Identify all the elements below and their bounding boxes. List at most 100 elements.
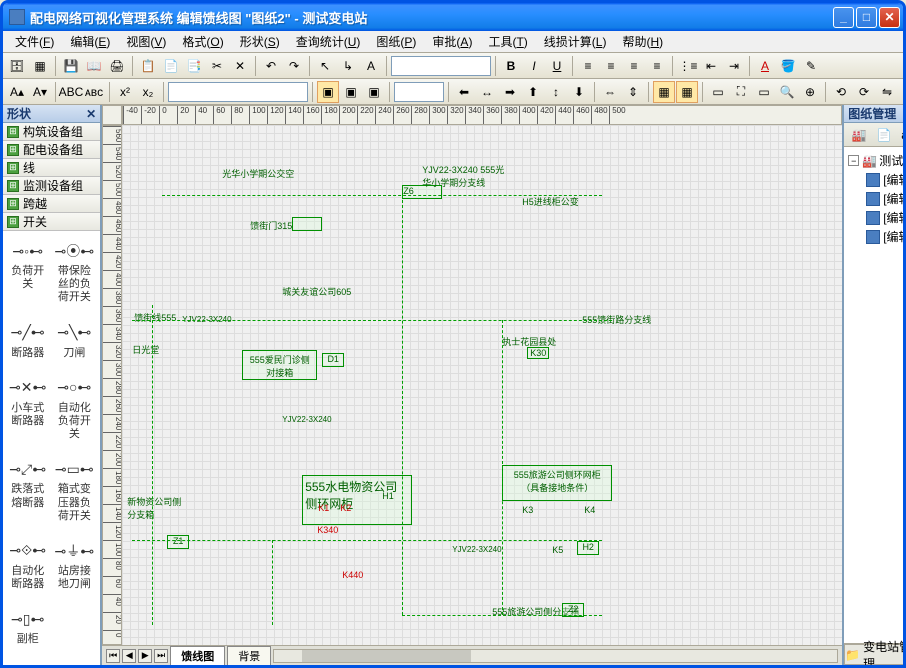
superscript-icon[interactable]: x²: [114, 81, 136, 103]
menu-视图[interactable]: 视图(V): [118, 31, 174, 52]
menu-帮助[interactable]: 帮助(H): [614, 31, 671, 52]
shape-item[interactable]: ⊸▯⊷副柜: [7, 603, 48, 650]
minimize-button[interactable]: _: [833, 7, 854, 28]
tree-drawing-node[interactable]: [编辑]图纸3: [866, 227, 903, 246]
canvas-viewport[interactable]: Z6 光华小学期公交空 YJV22-3X240 555光华小学期分支线 H5进线…: [122, 125, 842, 645]
underline-icon[interactable]: U: [546, 55, 568, 77]
line-color-icon[interactable]: ✎: [800, 55, 822, 77]
width-input[interactable]: [394, 82, 444, 102]
new-drawing-icon[interactable]: 📄: [873, 124, 895, 146]
align-l-icon[interactable]: ⬅: [453, 81, 475, 103]
flip-icon[interactable]: ⇋: [876, 81, 898, 103]
delete-icon[interactable]: ✕: [229, 55, 251, 77]
align-left-icon[interactable]: ≡: [577, 55, 599, 77]
shape-group-item[interactable]: ⊞跨越: [3, 195, 100, 213]
align-center-icon[interactable]: ≡: [600, 55, 622, 77]
node-h2[interactable]: H2: [577, 541, 599, 555]
text-tool-icon[interactable]: A: [360, 55, 382, 77]
node-k30[interactable]: K30: [527, 347, 549, 359]
menu-查询统计[interactable]: 查询统计(U): [288, 31, 369, 52]
view-page-icon[interactable]: ▭: [753, 81, 775, 103]
maximize-button[interactable]: □: [856, 7, 877, 28]
tree-drawing-node[interactable]: [编辑]图纸2: [866, 170, 903, 189]
align-t-icon[interactable]: ⬆: [522, 81, 544, 103]
shape-group-item[interactable]: ⊞线: [3, 159, 100, 177]
fill-color-icon[interactable]: 🪣: [777, 55, 799, 77]
tree-drawing-node[interactable]: [编辑]图纸1: [866, 189, 903, 208]
menu-形状[interactable]: 形状(S): [232, 31, 288, 52]
shape-item[interactable]: ⊸◦⊷负荷开关: [7, 235, 48, 309]
menu-工具[interactable]: 工具(T): [480, 31, 535, 52]
align-b-icon[interactable]: ⬇: [568, 81, 590, 103]
shape-item[interactable]: ⊸╲⊷刀闸: [52, 317, 96, 364]
tab-nav-first-icon[interactable]: ⏮: [106, 649, 120, 663]
table-icon[interactable]: ▦: [29, 55, 51, 77]
node-d1[interactable]: D1: [322, 353, 344, 367]
shape-item[interactable]: ⊸╱⊷断路器: [7, 317, 48, 364]
align-c-icon[interactable]: ↔: [476, 81, 498, 103]
align-r-icon[interactable]: ➡: [499, 81, 521, 103]
tab-nav-next-icon[interactable]: ▶: [138, 649, 152, 663]
italic-icon[interactable]: I: [523, 55, 545, 77]
undo-icon[interactable]: ↶: [260, 55, 282, 77]
shape-group-item[interactable]: ⊞监测设备组: [3, 177, 100, 195]
indent-inc-icon[interactable]: ⇥: [723, 55, 745, 77]
quick-search-input[interactable]: [391, 56, 491, 76]
indent-dec-icon[interactable]: ⇤: [700, 55, 722, 77]
zoom-sel-icon[interactable]: 🔍: [776, 81, 798, 103]
menu-线损计算[interactable]: 线损计算(L): [536, 31, 615, 52]
close-button[interactable]: ✕: [879, 7, 900, 28]
db-icon[interactable]: 🗄: [6, 55, 28, 77]
copy-icon[interactable]: 📋: [137, 55, 159, 77]
menu-文件[interactable]: 文件(F): [7, 31, 62, 52]
shape-item[interactable]: ⊸✕⊷小车式断路器: [7, 372, 48, 446]
align-justify-icon[interactable]: ≡: [646, 55, 668, 77]
view-normal-icon[interactable]: ▭: [707, 81, 729, 103]
paste-icon[interactable]: 📄: [160, 55, 182, 77]
shape-group-item[interactable]: ⊞配电设备组: [3, 141, 100, 159]
view-fit-icon[interactable]: ⛶: [730, 81, 752, 103]
rotate-r-icon[interactable]: ⟳: [853, 81, 875, 103]
layer1-icon[interactable]: ▣: [317, 81, 339, 103]
node-d1-box[interactable]: 555爱民门诊侧对接箱: [242, 350, 317, 380]
sheet-tab-feeder[interactable]: 馈线图: [170, 646, 225, 665]
save-icon[interactable]: 💾: [60, 55, 82, 77]
bullets-icon[interactable]: ⋮≡: [677, 55, 699, 77]
zoom-all-icon[interactable]: ⊕: [799, 81, 821, 103]
snap-toggle-icon[interactable]: ▦: [676, 81, 698, 103]
open-icon[interactable]: 📖: [83, 55, 105, 77]
shape-item[interactable]: ⊸⤢⊷跌落式熔断器: [7, 453, 48, 527]
dist-v-icon[interactable]: ⇕: [622, 81, 644, 103]
align-right-icon[interactable]: ≡: [623, 55, 645, 77]
font-family-input[interactable]: [168, 82, 308, 102]
pointer-icon[interactable]: ↖: [314, 55, 336, 77]
node-l16[interactable]: 555旅游公司侧环网柜（具备接地条件）: [502, 465, 612, 501]
sheet-tab-background[interactable]: 背景: [227, 646, 271, 665]
tab-nav-last-icon[interactable]: ⏭: [154, 649, 168, 663]
uppercase-icon[interactable]: ABC: [60, 81, 82, 103]
align-m-icon[interactable]: ↕: [545, 81, 567, 103]
shape-item[interactable]: ⊸○⊷自动化负荷开关: [52, 372, 96, 446]
tree-drawing-node[interactable]: [编辑]图纸4: [866, 208, 903, 227]
shapes-panel-close-icon[interactable]: ✕: [86, 107, 96, 121]
menu-图纸[interactable]: 图纸(P): [368, 31, 424, 52]
redo-icon[interactable]: ↷: [283, 55, 305, 77]
menu-格式[interactable]: 格式(O): [174, 31, 231, 52]
shape-item[interactable]: ⊸⟐⊷自动化断路器: [7, 535, 48, 595]
node-z1[interactable]: Z1: [167, 535, 189, 549]
tree-collapse-icon[interactable]: −: [848, 155, 859, 166]
node-315[interactable]: [292, 217, 322, 231]
font-inc-icon[interactable]: A▴: [6, 81, 28, 103]
cut-icon[interactable]: ✂: [206, 55, 228, 77]
rp-tab-substation[interactable]: 📁 变电站管理: [844, 644, 903, 665]
connector-icon[interactable]: ↳: [337, 55, 359, 77]
shape-item[interactable]: ⊸▭⊷箱式变压器负荷开关: [52, 453, 96, 527]
print-icon[interactable]: 🖨: [106, 55, 128, 77]
menu-审批[interactable]: 审批(A): [424, 31, 480, 52]
font-color-icon[interactable]: A: [754, 55, 776, 77]
subscript-icon[interactable]: x₂: [137, 81, 159, 103]
lowercase-icon[interactable]: ᴀʙᴄ: [83, 81, 105, 103]
dist-h-icon[interactable]: ⇔: [599, 81, 621, 103]
shape-item[interactable]: ⊸⏚⊷站房接地刀闸: [52, 535, 96, 595]
new-substation-icon[interactable]: 🏭: [848, 124, 870, 146]
